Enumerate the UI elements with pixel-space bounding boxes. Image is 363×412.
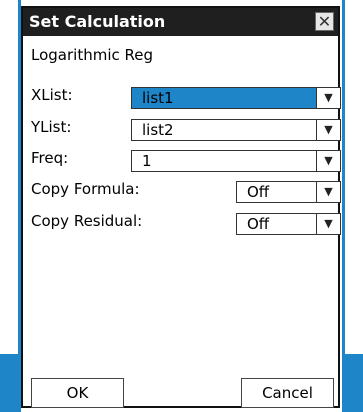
ylist-label: YList: bbox=[31, 118, 72, 136]
cancel-button[interactable]: Cancel bbox=[241, 378, 334, 408]
copy-formula-label: Copy Formula: bbox=[31, 180, 140, 198]
chevron-down-icon: ▼ bbox=[324, 185, 333, 198]
copy-residual-select[interactable]: Off bbox=[236, 213, 317, 235]
ylist-dropdown-button[interactable]: ▼ bbox=[316, 119, 341, 141]
freq-dropdown-button[interactable]: ▼ bbox=[316, 150, 341, 172]
copy-residual-label: Copy Residual: bbox=[31, 212, 143, 230]
ok-button[interactable]: OK bbox=[31, 378, 124, 408]
dialog-title: Set Calculation bbox=[29, 12, 166, 31]
set-calculation-dialog: Set Calculation ✕ Logarithmic Reg XList:… bbox=[21, 6, 341, 408]
copy-formula-value: Off bbox=[247, 183, 270, 201]
xlist-dropdown-button[interactable]: ▼ bbox=[316, 87, 341, 109]
left-edge-strip bbox=[0, 0, 21, 412]
chevron-down-icon: ▼ bbox=[324, 91, 333, 104]
regression-type-heading: Logarithmic Reg bbox=[31, 46, 153, 64]
left-edge-accent bbox=[0, 354, 18, 412]
copy-residual-dropdown-button[interactable]: ▼ bbox=[316, 213, 341, 235]
chevron-down-icon: ▼ bbox=[324, 123, 333, 136]
right-edge-strip bbox=[342, 0, 363, 412]
right-edge-accent bbox=[345, 354, 363, 412]
close-icon: ✕ bbox=[317, 12, 332, 31]
chevron-down-icon: ▼ bbox=[324, 217, 333, 230]
xlist-value: list1 bbox=[142, 89, 174, 107]
copy-residual-value: Off bbox=[247, 215, 270, 233]
xlist-label: XList: bbox=[31, 86, 73, 104]
copy-formula-dropdown-button[interactable]: ▼ bbox=[316, 181, 341, 203]
freq-select[interactable]: 1 bbox=[131, 150, 317, 172]
dialog-titlebar: Set Calculation ✕ bbox=[23, 8, 338, 36]
copy-formula-select[interactable]: Off bbox=[236, 181, 317, 203]
close-button[interactable]: ✕ bbox=[315, 12, 334, 31]
chevron-down-icon: ▼ bbox=[324, 154, 333, 167]
freq-value: 1 bbox=[142, 152, 152, 170]
xlist-select[interactable]: list1 bbox=[131, 87, 317, 109]
ylist-value: list2 bbox=[142, 121, 174, 139]
freq-label: Freq: bbox=[31, 149, 69, 167]
ylist-select[interactable]: list2 bbox=[131, 119, 317, 141]
